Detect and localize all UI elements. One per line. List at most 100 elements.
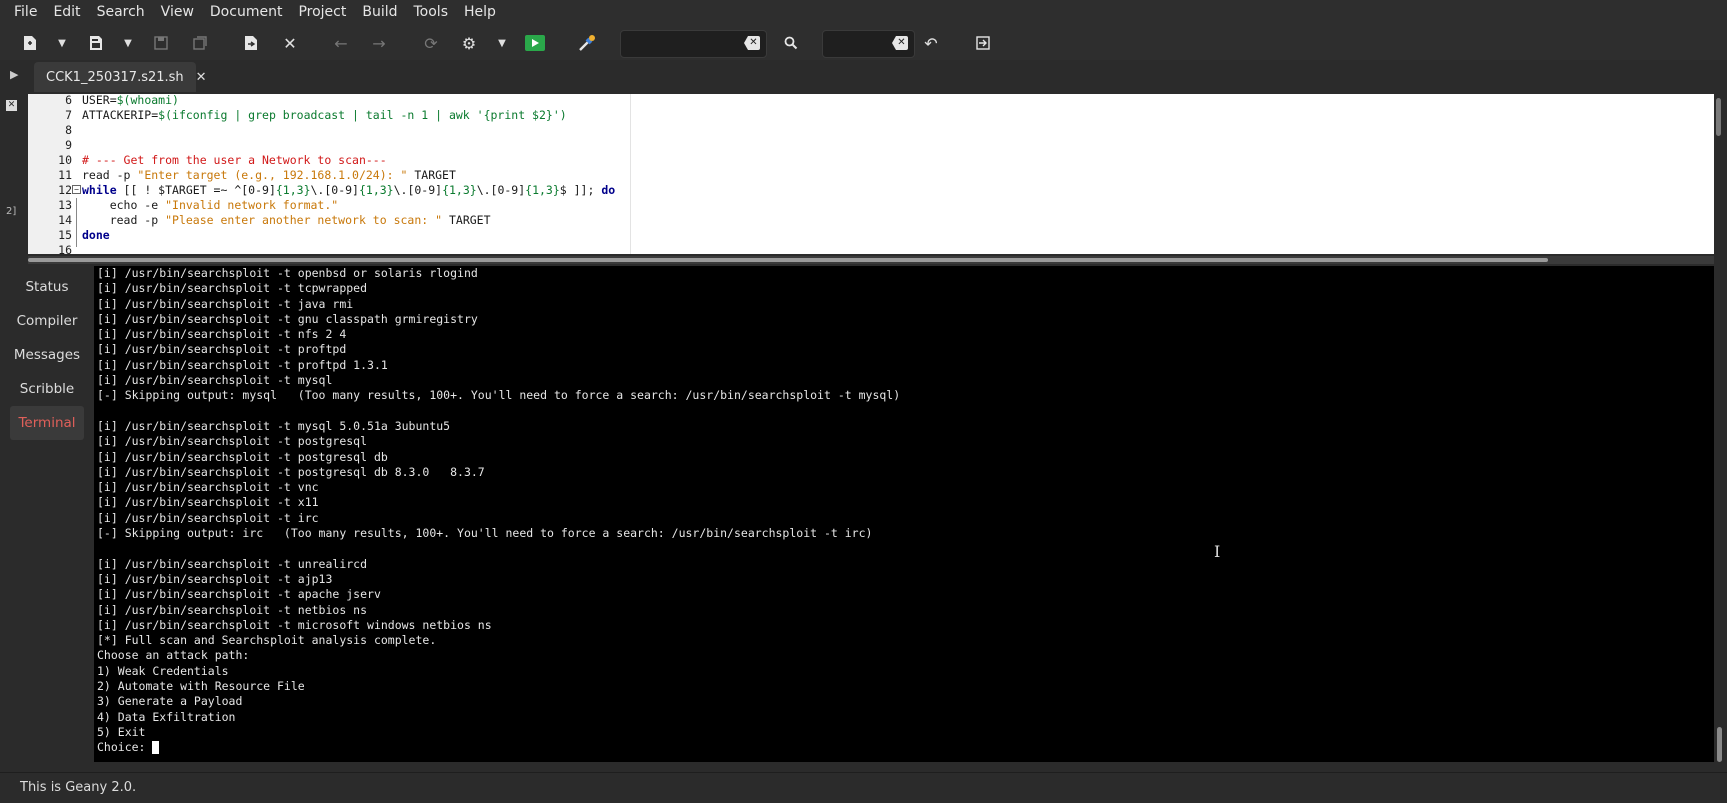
build-options-chevron-down-icon[interactable]: ▼ [494,30,510,56]
code-token: $ ]]; [559,183,602,197]
code-token: $(ifconfig | grep broadcast | tail -n 1 … [158,108,567,122]
line-number: 7 [65,108,72,122]
editor-line: 13 echo -e "Invalid network format." [28,198,1714,213]
code-text: done [82,228,110,243]
recent-files-chevron-down-icon[interactable]: ▼ [120,30,136,56]
menu-search[interactable]: Search [89,0,153,24]
menu-document[interactable]: Document [202,0,291,24]
terminal-line: [i] /usr/bin/searchsploit -t postgresql [97,434,368,449]
quit-icon[interactable] [970,30,996,56]
tab-scribble[interactable]: Scribble [10,372,84,406]
tab-compiler[interactable]: Compiler [10,304,84,338]
terminal-line: [i] /usr/bin/searchsploit -t gnu classpa… [97,311,478,326]
menu-view[interactable]: View [153,0,202,24]
code-editor[interactable]: 6 USER=$(whoami) 7 ATTACKERIP=$(ifconfig | … [28,94,1714,254]
editor-line: 11 read -p "Enter target (e.g., 192.168.1… [28,168,1714,183]
tab-active-file[interactable]: CCK1_250317.s21.sh ✕ [34,62,207,92]
editor-line: 9 [28,138,1714,153]
sidebar-toggle-arrow-icon[interactable]: ▶ [10,68,18,81]
left-sidebar-strip: ✕ 2] [0,94,24,254]
reload-icon[interactable]: ⟳ [418,30,444,56]
code-token: TARGET [442,213,491,227]
terminal-line: [i] /usr/bin/searchsploit -t ajp13 [97,571,333,586]
code-text: while [[ ! $TARGET =~ ^[0-9]{1,3}\.[0-9]… [82,183,615,198]
menubar: File Edit Search View Document Project B… [0,0,1727,24]
code-token: [[ ! $TARGET =~ ^[0-9] [116,183,276,197]
forward-arrow-icon[interactable]: → [366,30,392,56]
terminal-panel[interactable]: [i] /usr/bin/searchsploit -t openbsd or … [94,266,1714,762]
terminal-line: [-] Skipping output: mysql (Too many res… [97,388,901,403]
terminal-line: [i] /usr/bin/searchsploit -t apache jser… [97,587,381,602]
fold-toggle-icon[interactable]: − [72,185,81,194]
new-file-icon[interactable] [17,30,43,56]
close-file-icon[interactable]: ✕ [277,30,303,56]
terminal-line: [i] /usr/bin/searchsploit -t unrealircd [97,556,368,571]
terminal-line: [-] Skipping output: irc (Too many resul… [97,526,873,541]
terminal-line: 2) Automate with Resource File [97,679,305,694]
revert-icon[interactable] [238,30,264,56]
code-text: # --- Get from the user a Network to sca… [82,153,387,168]
code-token: # --- Get from the user a Network to sca… [82,153,387,167]
terminal-line: [i] /usr/bin/searchsploit -t proftpd 1.3… [97,357,388,372]
editor-vertical-scrollbar[interactable] [1716,98,1721,136]
menu-tools[interactable]: Tools [406,0,457,24]
terminal-line: [i] /usr/bin/searchsploit -t tcpwrapped [97,281,368,296]
code-token: USER= [82,94,117,107]
terminal-cursor [152,741,160,755]
tab-close-icon[interactable]: ✕ [196,70,207,85]
menu-project[interactable]: Project [290,0,354,24]
terminal-line: 4) Data Exfiltration [97,709,236,724]
editor-hscroll-thumb[interactable] [28,258,1548,262]
editor-line: 12 while [[ ! $TARGET =~ ^[0-9]{1,3}\.[0-… [28,183,1714,198]
editor-line: 14 read -p "Please enter another network… [28,213,1714,228]
terminal-prompt-text: Choice: [97,740,153,755]
menu-file[interactable]: File [0,0,45,24]
terminal-line: 5) Exit [97,724,146,739]
back-arrow-icon[interactable]: ← [328,30,354,56]
search-input[interactable] [621,31,766,57]
code-token: read -p [82,213,166,227]
editor-line: 8 [28,123,1714,138]
jump-to-line-icon[interactable]: ↶ [918,30,944,56]
menu-edit[interactable]: Edit [45,0,88,24]
tab-file-label: CCK1_250317.s21.sh [46,69,184,85]
menu-help[interactable]: Help [456,0,504,24]
terminal-line: Choose an attack path: [97,648,250,663]
editor-line: 10 # --- Get from the user a Network to s… [28,153,1714,168]
goto-line-field[interactable]: ✕ [822,30,915,58]
code-token: {1,3} [442,183,477,197]
line-number: 6 [65,94,72,107]
editor-horizontal-scrollbar[interactable] [28,256,1714,264]
tab-terminal[interactable]: Terminal [10,406,84,440]
terminal-line: [i] /usr/bin/searchsploit -t irc [97,510,319,525]
menu-build[interactable]: Build [354,0,405,24]
code-token: "Enter target (e.g., 192.168.1.0/24): " [137,168,408,182]
save-all-icon[interactable] [187,30,213,56]
editor-line: 6 USER=$(whoami) [28,94,1714,108]
line-number: 12 [58,183,72,197]
code-token: \.[0-9] [393,183,443,197]
run-icon[interactable] [522,30,548,56]
code-token: "Please enter another network to scan: " [165,213,443,227]
sidebar-strip-number: 2] [6,206,17,217]
sidebar-close-icon[interactable]: ✕ [6,100,17,111]
search-field[interactable]: ✕ [620,30,767,58]
code-token: while [82,183,117,197]
color-picker-icon[interactable] [574,30,600,56]
code-token: "Invalid network format." [165,198,339,212]
code-token: \.[0-9] [310,183,359,197]
terminal-vertical-scrollbar[interactable] [1717,727,1722,762]
search-icon[interactable] [778,30,804,56]
save-icon[interactable] [148,30,174,56]
terminal-line: [*] Full scan and Searchsploit analysis … [97,633,437,648]
new-from-template-chevron-down-icon[interactable]: ▼ [54,30,70,56]
line-number: 13 [58,198,72,212]
tab-messages[interactable]: Messages [10,338,84,372]
code-token: {1,3} [525,183,560,197]
tab-status[interactable]: Status [10,270,84,304]
gear-icon[interactable]: ⚙ [456,30,482,56]
open-file-icon[interactable] [83,30,109,56]
code-token: TARGET [407,168,456,182]
